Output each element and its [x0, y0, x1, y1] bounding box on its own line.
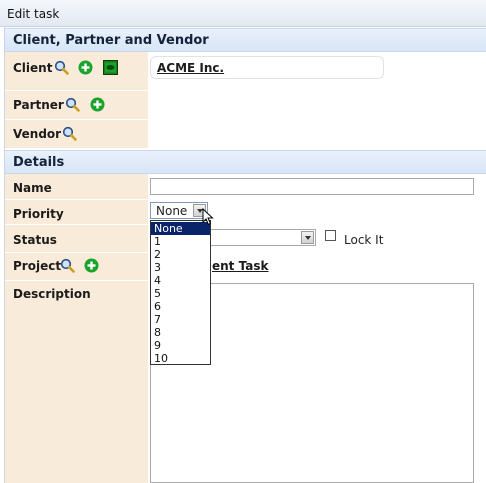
section-title-details: Details	[13, 155, 65, 170]
priority-dropdown-list: None 1 2 3 4 5 6 7 8 9 10	[150, 220, 211, 365]
priority-option[interactable]: 7	[151, 313, 210, 326]
vendor-label: Vendor	[13, 127, 62, 141]
priority-selected-value: None	[156, 204, 188, 218]
status-label: Status	[13, 233, 57, 247]
parent-task-link[interactable]: ent Task	[212, 259, 268, 273]
name-input[interactable]	[150, 178, 474, 195]
lock-it-label: Lock It	[344, 233, 384, 247]
client-link[interactable]: ACME Inc.	[157, 61, 224, 75]
name-label: Name	[13, 181, 52, 195]
section-header-cpv: Client, Partner and Vendor	[5, 28, 486, 52]
section-title-cpv: Client, Partner and Vendor	[13, 33, 209, 48]
vendor-search-icon[interactable]	[62, 126, 77, 141]
partner-add-icon[interactable]	[90, 97, 105, 112]
project-add-icon[interactable]	[84, 258, 99, 273]
priority-option[interactable]: 9	[151, 339, 210, 352]
row-divider	[5, 90, 148, 91]
client-value-field: ACME Inc.	[150, 56, 384, 79]
priority-label: Priority	[13, 207, 64, 221]
priority-option[interactable]: 3	[151, 261, 210, 274]
project-label: Project	[13, 259, 62, 273]
priority-option[interactable]: 5	[151, 287, 210, 300]
section-header-details: Details	[5, 150, 486, 174]
priority-option[interactable]: 2	[151, 248, 210, 261]
client-add-icon[interactable]	[78, 60, 93, 75]
priority-option[interactable]: 4	[151, 274, 210, 287]
status-dropdown-button[interactable]	[301, 231, 314, 244]
client-view-icon[interactable]	[103, 60, 118, 75]
window-title: Edit task	[7, 7, 60, 21]
client-search-icon[interactable]	[54, 60, 69, 75]
priority-option[interactable]: 8	[151, 326, 210, 339]
row-divider	[5, 280, 148, 281]
mouse-cursor-icon	[202, 207, 214, 229]
row-divider	[5, 119, 148, 120]
description-label: Description	[13, 287, 91, 301]
lock-it-checkbox[interactable]	[325, 230, 336, 241]
priority-option[interactable]: 1	[151, 235, 210, 248]
priority-option[interactable]: 10	[151, 352, 210, 365]
project-search-icon[interactable]	[60, 258, 75, 273]
partner-search-icon[interactable]	[65, 97, 80, 112]
row-divider	[5, 252, 148, 253]
row-divider	[5, 199, 148, 200]
priority-select[interactable]: None	[150, 202, 208, 219]
priority-option[interactable]: 6	[151, 300, 210, 313]
chevron-down-icon	[305, 236, 311, 240]
partner-label: Partner	[13, 98, 64, 112]
row-divider	[5, 224, 148, 225]
window-titlebar: Edit task	[0, 0, 486, 27]
client-label: Client	[13, 61, 53, 75]
